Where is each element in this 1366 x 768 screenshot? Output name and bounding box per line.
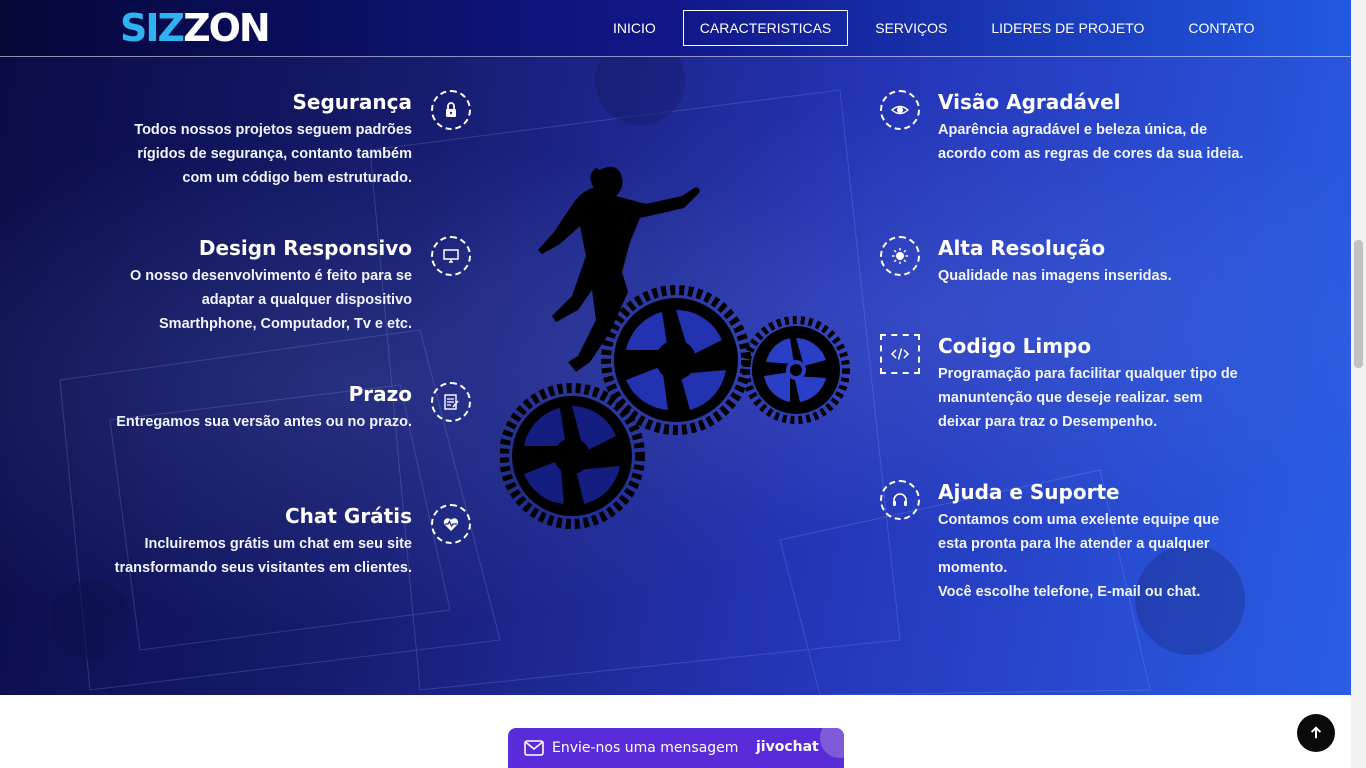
jivochat-widget[interactable]: Envie-nos uma mensagem jivochat [508, 728, 844, 768]
arrow-up-icon [1310, 726, 1322, 739]
scrollbar-thumb[interactable] [1354, 240, 1363, 368]
eye-icon [880, 90, 920, 130]
feature-title: Visão Agradável [938, 90, 1121, 114]
feature-description: Incluiremos grátis um chat em seu site t… [114, 536, 412, 576]
jivochat-brand: jivochat [756, 739, 819, 755]
feature-codigo-limpo: Codigo Limpo Programação para facilitar … [938, 334, 1248, 434]
feature-title: Chat Grátis [284, 504, 412, 528]
nav-item-lideres-de-projeto[interactable]: LIDERES DE PROJETO [974, 10, 1161, 46]
document-edit-icon [431, 382, 471, 422]
feature-description: Aparência agradável e beleza única, de a… [938, 122, 1244, 162]
top-navbar: SIZ ZON INICIO CARACTERISTICAS SERVIÇOS L… [0, 0, 1351, 57]
feature-description: Programação para facilitar qualquer tipo… [938, 366, 1238, 430]
feature-title: Design Responsivo [198, 236, 412, 260]
feature-title: Alta Resolução [938, 236, 1106, 260]
gears-illustration [500, 166, 850, 529]
feature-description: Todos nossos projetos seguem padrões ríg… [134, 122, 412, 186]
mail-icon [524, 740, 544, 756]
feature-title: Segurança [292, 90, 412, 114]
feature-description: Qualidade nas imagens inseridas. [938, 268, 1172, 284]
monitor-icon [431, 236, 471, 276]
feature-description: Contamos com uma exelente equipe que est… [938, 512, 1220, 576]
chat-avatar-corner [820, 728, 844, 758]
chat-widget-label: Envie-nos uma mensagem [552, 740, 739, 756]
sun-icon [880, 236, 920, 276]
feature-description-extra: Você escolhe telefone, E-mail ou chat. [938, 584, 1201, 600]
feature-title: Prazo [348, 382, 412, 406]
page-scrollbar[interactable] [1351, 0, 1366, 768]
feature-chat-gratis: Chat Grátis Incluiremos grátis um chat e… [112, 504, 412, 580]
feature-visao-agradavel: Visão Agradável Aparência agradável e be… [938, 90, 1248, 166]
feature-description: O nosso desenvolvimento é feito para se … [129, 268, 412, 332]
feature-seguranca: Segurança Todos nossos projetos seguem p… [112, 90, 412, 190]
page: SIZ ZON INICIO CARACTERISTICAS SERVIÇOS L… [0, 0, 1351, 768]
nav-item-caracteristicas[interactable]: CARACTERISTICAS [682, 10, 849, 46]
sizzon-logo[interactable]: SIZ ZON [120, 6, 271, 50]
headset-icon [880, 480, 920, 520]
feature-description: Entregamos sua versão antes ou no prazo. [116, 414, 412, 430]
code-icon [880, 334, 920, 374]
feature-alta-resolucao: Alta Resolução Qualidade nas imagens ins… [938, 236, 1248, 288]
nav-item-inicio[interactable]: INICIO [596, 10, 673, 46]
back-to-top-button[interactable] [1297, 714, 1335, 752]
feature-title: Ajuda e Suporte [938, 480, 1120, 504]
lock-icon [431, 90, 471, 130]
feature-ajuda-suporte: Ajuda e Suporte Contamos com uma exelent… [938, 480, 1248, 604]
nav-item-contato[interactable]: CONTATO [1171, 10, 1271, 46]
heart-pulse-icon [431, 504, 471, 544]
feature-title: Codigo Limpo [938, 334, 1092, 358]
feature-prazo: Prazo Entregamos sua versão antes ou no … [112, 382, 412, 434]
nav-item-servicos[interactable]: SERVIÇOS [858, 10, 964, 46]
main-nav: INICIO CARACTERISTICAS SERVIÇOS LIDERES … [596, 10, 1282, 46]
logo-part-b: ZON [183, 6, 271, 50]
logo-part-a: SIZ [120, 6, 185, 50]
feature-design-responsivo: Design Responsivo O nosso desenvolviment… [112, 236, 412, 336]
